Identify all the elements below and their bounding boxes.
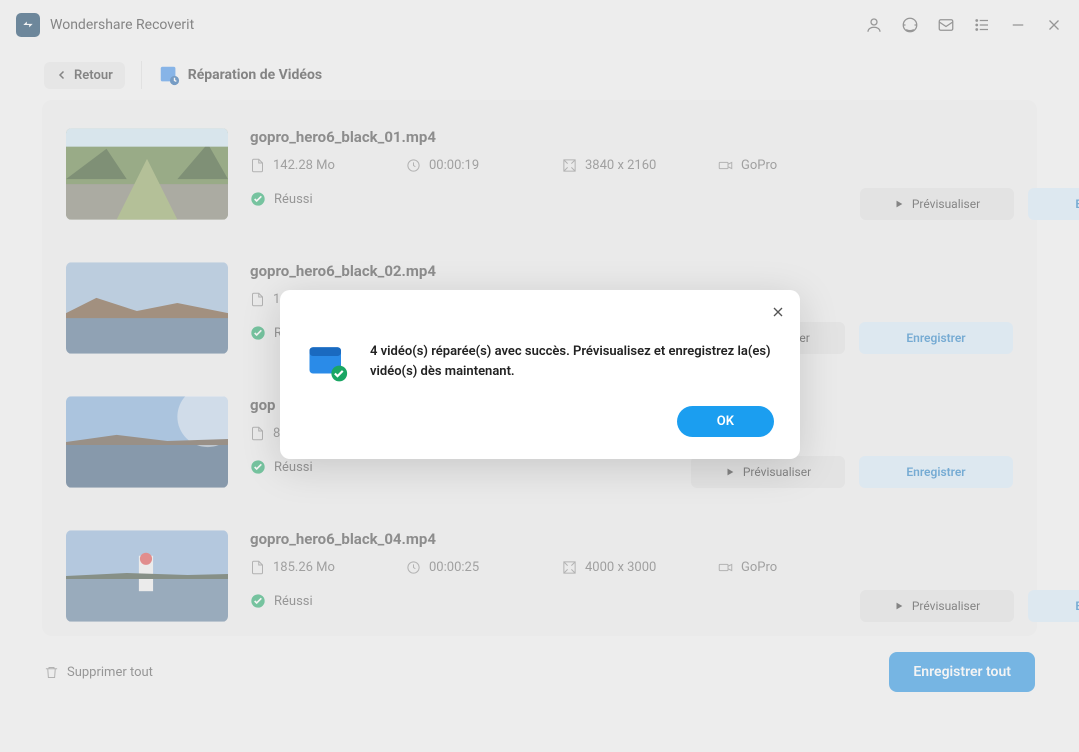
save-all-button[interactable]: Enregistrer tout [889,652,1035,692]
menu-list-icon[interactable] [973,16,991,34]
footer: Supprimer tout Enregistrer tout [0,636,1079,708]
preview-button[interactable]: Prévisualiser [691,456,845,488]
video-thumbnail[interactable] [66,530,228,622]
page-icon [158,64,180,86]
success-icon [250,191,266,207]
resolution-icon [562,560,577,575]
preview-button[interactable]: Prévisualiser [860,188,1014,220]
dialog-ok-button[interactable]: OK [677,406,774,437]
status-label: Réussi [274,594,313,609]
clock-icon [406,158,421,173]
support-icon[interactable] [901,16,919,34]
trash-icon [44,665,59,680]
file-icon [250,158,265,173]
page-title: Réparation de Vidéos [188,67,322,83]
file-icon [250,292,265,307]
success-icon [250,325,266,341]
resolution-icon [562,158,577,173]
minimize-icon[interactable] [1009,16,1027,34]
clock-icon [406,560,421,575]
dialog-close-icon[interactable] [770,304,786,320]
video-thumbnail[interactable] [66,262,228,354]
preview-button[interactable]: Prévisualiser [860,590,1014,622]
list-item: gopro_hero6_black_04.mp4 185.26 Mo 00:00… [66,520,1013,628]
success-dialog: 4 vidéo(s) réparée(s) avec succès. Prévi… [280,290,800,459]
user-icon[interactable] [865,16,883,34]
file-icon [250,560,265,575]
file-name: gopro_hero6_black_04.mp4 [250,530,838,548]
save-button[interactable]: Enregistrer [859,322,1013,354]
success-icon [250,459,266,475]
video-thumbnail[interactable] [66,396,228,488]
save-button[interactable]: Enregistrer [859,456,1013,488]
camera-icon [718,158,733,173]
save-button[interactable]: Enregistrer [1028,590,1079,622]
success-icon [250,593,266,609]
app-title: Wondershare Recoverit [50,17,194,33]
titlebar-actions [865,16,1063,34]
save-button[interactable]: Enregistrer [1028,188,1079,220]
back-label: Retour [74,68,113,83]
list-item: gopro_hero6_black_01.mp4 142.28 Mo 00:00… [66,118,1013,252]
file-name: gopro_hero6_black_02.mp4 [250,262,669,280]
status-label: Réussi [274,460,313,475]
dialog-icon [306,342,348,384]
file-icon [250,426,265,441]
file-name: gopro_hero6_black_01.mp4 [250,128,838,146]
feedback-icon[interactable] [937,16,955,34]
camera-icon [718,560,733,575]
dialog-message: 4 vidéo(s) réparée(s) avec succès. Prévi… [370,342,774,381]
titlebar: Wondershare Recoverit [0,0,1079,50]
back-button[interactable]: Retour [44,62,125,89]
close-icon[interactable] [1045,16,1063,34]
status-label: Réussi [274,192,313,207]
breadcrumb: Retour Réparation de Vidéos [0,50,1079,100]
delete-all-button[interactable]: Supprimer tout [44,665,153,680]
app-logo-icon [16,13,40,37]
video-thumbnail[interactable] [66,128,228,220]
divider [141,61,142,89]
